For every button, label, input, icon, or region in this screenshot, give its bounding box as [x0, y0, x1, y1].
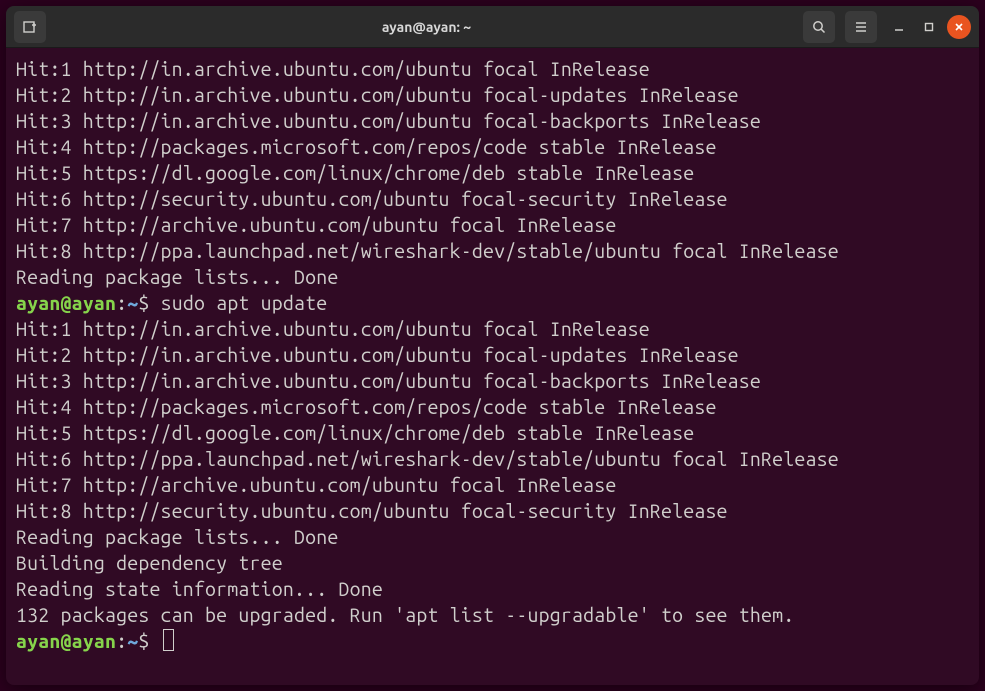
- output-line: Hit:8 http://ppa.launchpad.net/wireshark…: [16, 238, 969, 264]
- output-line: Hit:7 http://archive.ubuntu.com/ubuntu f…: [16, 472, 969, 498]
- prompt-dollar: $: [138, 630, 160, 652]
- output-line: Hit:3 http://in.archive.ubuntu.com/ubunt…: [16, 108, 969, 134]
- output-line: Hit:3 http://in.archive.ubuntu.com/ubunt…: [16, 368, 969, 394]
- output-line: Building dependency tree: [16, 550, 969, 576]
- prompt-path: ~: [127, 292, 138, 314]
- new-tab-icon: [22, 19, 38, 35]
- window-title: ayan@ayan: ~: [50, 19, 803, 35]
- output-line: Reading package lists... Done: [16, 524, 969, 550]
- output-line: Hit:5 https://dl.google.com/linux/chrome…: [16, 160, 969, 186]
- output-line: Hit:6 http://ppa.launchpad.net/wireshark…: [16, 446, 969, 472]
- menu-button[interactable]: [845, 11, 877, 43]
- output-line: Hit:2 http://in.archive.ubuntu.com/ubunt…: [16, 342, 969, 368]
- prompt-line: ayan@ayan:~$: [16, 628, 969, 654]
- prompt-separator: :: [116, 292, 127, 314]
- output-line: Hit:4 http://packages.microsoft.com/repo…: [16, 134, 969, 160]
- close-icon: [952, 20, 966, 34]
- prompt-line: ayan@ayan:~$ sudo apt update: [16, 290, 969, 316]
- prompt-separator: :: [116, 630, 127, 652]
- prompt-user: ayan@ayan: [16, 292, 116, 314]
- output-line: Hit:6 http://security.ubuntu.com/ubuntu …: [16, 186, 969, 212]
- output-line: Hit:1 http://in.archive.ubuntu.com/ubunt…: [16, 56, 969, 82]
- terminal-output[interactable]: Hit:1 http://in.archive.ubuntu.com/ubunt…: [6, 48, 979, 685]
- output-line: Hit:5 https://dl.google.com/linux/chrome…: [16, 420, 969, 446]
- output-line: Hit:7 http://archive.ubuntu.com/ubuntu f…: [16, 212, 969, 238]
- terminal-window: ayan@ayan: ~: [6, 6, 979, 685]
- output-line: 132 packages can be upgraded. Run 'apt l…: [16, 602, 969, 628]
- output-line: Hit:4 http://packages.microsoft.com/repo…: [16, 394, 969, 420]
- search-icon: [811, 19, 827, 35]
- maximize-icon: [922, 20, 936, 34]
- minimize-icon: [892, 20, 906, 34]
- new-tab-button[interactable]: [14, 11, 46, 43]
- cursor: [163, 629, 174, 651]
- output-line: Hit:1 http://in.archive.ubuntu.com/ubunt…: [16, 316, 969, 342]
- output-line: Hit:8 http://security.ubuntu.com/ubuntu …: [16, 498, 969, 524]
- prompt-user: ayan@ayan: [16, 630, 116, 652]
- hamburger-icon: [853, 19, 869, 35]
- prompt-path: ~: [127, 630, 138, 652]
- close-button[interactable]: [947, 15, 971, 39]
- command-text: sudo apt update: [161, 292, 328, 314]
- titlebar: ayan@ayan: ~: [6, 6, 979, 48]
- prompt-dollar: $: [138, 292, 160, 314]
- output-line: Reading package lists... Done: [16, 264, 969, 290]
- maximize-button[interactable]: [917, 15, 941, 39]
- search-button[interactable]: [803, 11, 835, 43]
- minimize-button[interactable]: [887, 15, 911, 39]
- output-line: Reading state information... Done: [16, 576, 969, 602]
- output-line: Hit:2 http://in.archive.ubuntu.com/ubunt…: [16, 82, 969, 108]
